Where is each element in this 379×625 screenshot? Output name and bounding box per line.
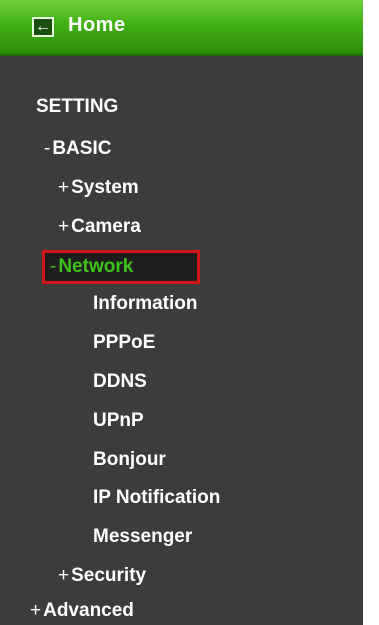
submenu-item-pppoe[interactable]: PPPoE (93, 332, 155, 354)
menu-item-security[interactable]: + Security (58, 565, 146, 587)
expand-icon[interactable]: + (30, 600, 41, 621)
home-link[interactable]: Home (68, 14, 126, 37)
submenu-item-ip-notification[interactable]: IP Notification (93, 487, 220, 509)
back-arrow-icon[interactable]: ← (32, 17, 54, 37)
collapse-icon[interactable]: - (50, 256, 56, 277)
menu-item-basic[interactable]: - BASIC (44, 138, 111, 160)
submenu-item-upnp[interactable]: UPnP (93, 410, 144, 432)
menu-item-advanced[interactable]: + Advanced (30, 600, 134, 622)
expand-icon[interactable]: + (58, 216, 69, 237)
menu-item-camera[interactable]: + Camera (58, 216, 141, 238)
home-bar[interactable]: ← Home (0, 0, 363, 56)
submenu-item-information[interactable]: Information (93, 293, 198, 315)
menu-item-system[interactable]: + System (58, 177, 139, 199)
expand-icon[interactable]: + (58, 177, 69, 198)
settings-sidebar: ← Home SETTING - BASIC + System + Camera -N… (0, 0, 363, 625)
menu-item-network[interactable]: - Network (50, 256, 133, 278)
expand-icon[interactable]: + (58, 565, 69, 586)
menu-heading-setting: SETTING (36, 96, 119, 117)
submenu-item-bonjour[interactable]: Bonjour (93, 449, 166, 471)
submenu-item-ddns[interactable]: DDNS (93, 371, 147, 393)
collapse-icon[interactable]: - (44, 138, 50, 159)
submenu-item-messenger[interactable]: Messenger (93, 526, 192, 548)
